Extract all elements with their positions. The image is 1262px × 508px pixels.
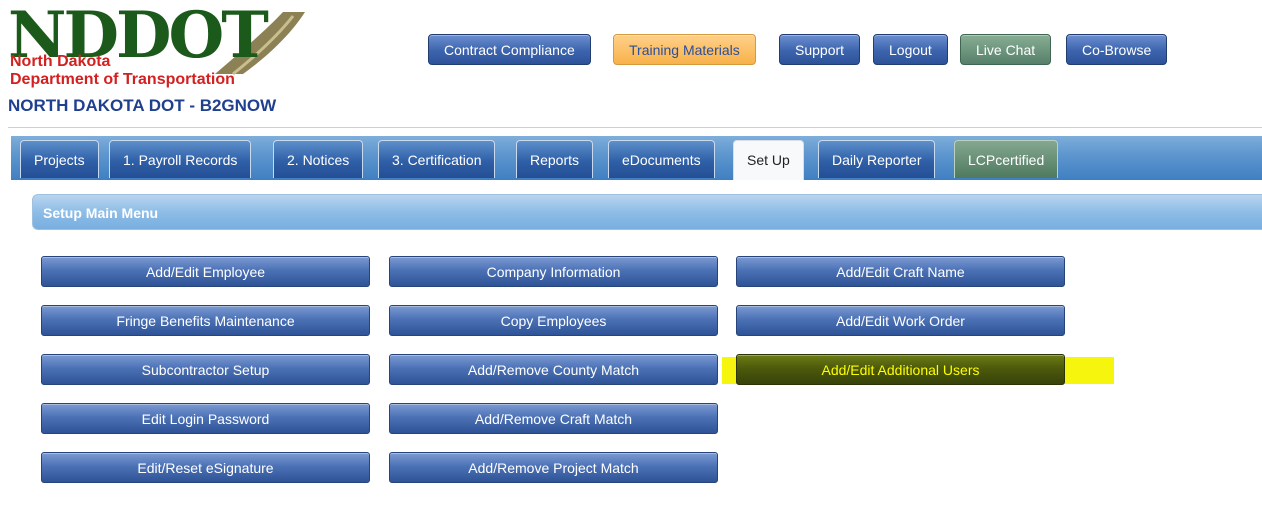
- add-remove-project-match-button[interactable]: Add/Remove Project Match: [389, 452, 718, 483]
- support-button[interactable]: Support: [779, 34, 861, 65]
- tab-notices[interactable]: 2. Notices: [273, 140, 364, 178]
- fringe-benefits-maintenance-button[interactable]: Fringe Benefits Maintenance: [41, 305, 370, 336]
- training-materials-button[interactable]: Training Materials: [613, 34, 756, 65]
- header-divider: [8, 127, 1262, 128]
- live-chat-button[interactable]: Live Chat: [960, 34, 1052, 65]
- section-title: Setup Main Menu: [43, 205, 159, 221]
- logo-state-name: North Dakota: [10, 53, 111, 70]
- subcontractor-setup-button[interactable]: Subcontractor Setup: [41, 354, 370, 385]
- tab-reports[interactable]: Reports: [516, 140, 594, 178]
- tab-lcpcertified[interactable]: LCPcertified: [954, 140, 1059, 178]
- edit-reset-esignature-button[interactable]: Edit/Reset eSignature: [41, 452, 370, 483]
- tab-payroll-records[interactable]: 1. Payroll Records: [109, 140, 252, 178]
- copy-employees-button[interactable]: Copy Employees: [389, 305, 718, 336]
- add-edit-employee-button[interactable]: Add/Edit Employee: [41, 256, 370, 287]
- tab-set-up[interactable]: Set Up: [733, 140, 804, 180]
- add-edit-craft-name-button[interactable]: Add/Edit Craft Name: [736, 256, 1065, 287]
- tab-projects[interactable]: Projects: [20, 140, 99, 178]
- add-remove-county-match-button[interactable]: Add/Remove County Match: [389, 354, 718, 385]
- logout-button[interactable]: Logout: [873, 34, 948, 65]
- edit-login-password-button[interactable]: Edit Login Password: [41, 403, 370, 434]
- setup-main-menu-header: Setup Main Menu: [32, 194, 1262, 230]
- add-remove-craft-match-button[interactable]: Add/Remove Craft Match: [389, 403, 718, 434]
- logo-department-name: Department of Transportation: [10, 71, 235, 88]
- tab-daily-reporter[interactable]: Daily Reporter: [818, 140, 936, 178]
- contract-compliance-button[interactable]: Contract Compliance: [428, 34, 591, 65]
- company-information-button[interactable]: Company Information: [389, 256, 718, 287]
- add-edit-work-order-button[interactable]: Add/Edit Work Order: [736, 305, 1065, 336]
- co-browse-button[interactable]: Co-Browse: [1066, 34, 1168, 65]
- site-title: NORTH DAKOTA DOT - B2GNOW: [8, 96, 277, 115]
- add-edit-additional-users-button[interactable]: Add/Edit Additional Users: [736, 354, 1065, 385]
- nddot-logo: NDDOT North Dakota Department of Transpo…: [8, 4, 308, 88]
- tab-edocuments[interactable]: eDocuments: [608, 140, 715, 178]
- tab-certification[interactable]: 3. Certification: [378, 140, 496, 178]
